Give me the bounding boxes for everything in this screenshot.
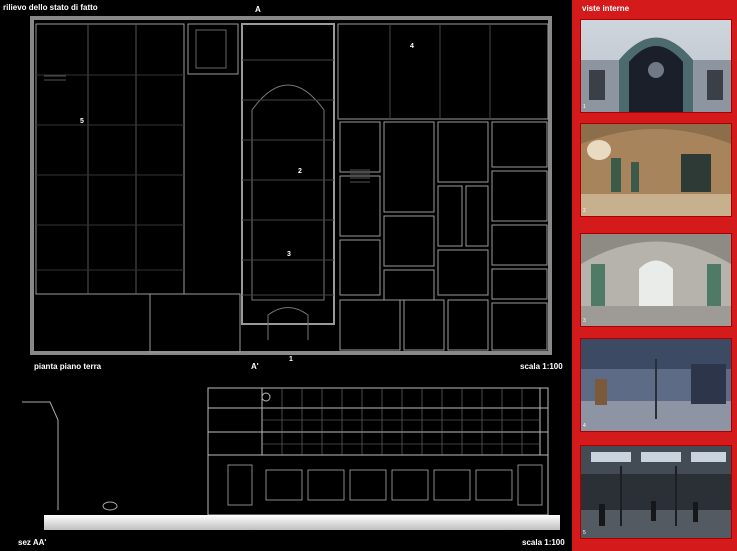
- photo-number-3: 3: [583, 318, 586, 324]
- photo-empty-shed-blue: 4: [580, 338, 732, 432]
- section-scale: scala 1:100: [522, 538, 565, 547]
- room-label-3: 3: [287, 251, 291, 258]
- room-label-5: 5: [80, 118, 84, 125]
- photo-facade-arch: 1: [580, 19, 732, 113]
- interior-views-panel: viste interne 1 2 3 4 5: [572, 0, 737, 551]
- panel-title: viste interne: [582, 4, 630, 13]
- section-caption: sez AA': [18, 538, 47, 547]
- plan-caption: pianta piano terra: [34, 362, 102, 371]
- photo-number-1: 1: [583, 104, 586, 110]
- floor-plan: [30, 16, 552, 355]
- photo-vaulted-hall-warm: 2: [580, 123, 732, 217]
- room-label-2: 2: [298, 168, 302, 175]
- photo-number-5: 5: [583, 530, 586, 536]
- room-label-1: 1: [289, 356, 293, 363]
- photo-number-2: 2: [583, 208, 586, 214]
- photo-vaulted-hall-window: 3: [580, 233, 732, 327]
- section-cut-label-bottom: A': [251, 362, 259, 371]
- room-label-4: 4: [410, 43, 414, 50]
- photo-industrial-shed-people: 5: [580, 445, 732, 539]
- plan-scale: scala 1:100: [520, 362, 563, 371]
- section-drawing: [22, 387, 560, 530]
- photo-number-4: 4: [583, 423, 586, 429]
